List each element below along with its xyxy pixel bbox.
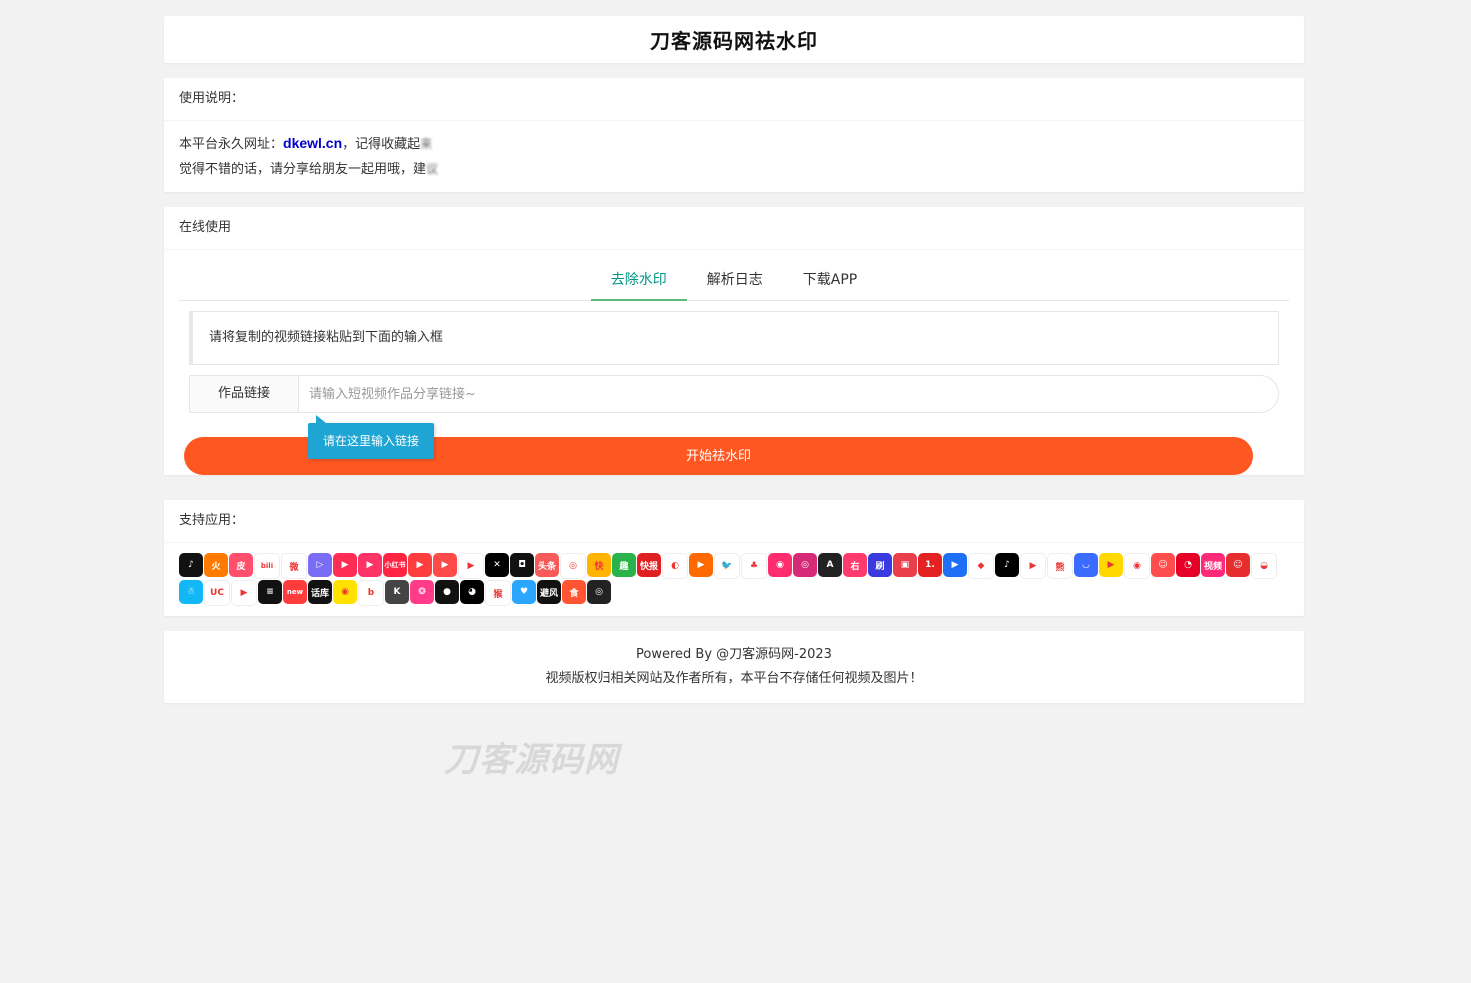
shipin-icon: 视频 xyxy=(1201,553,1225,577)
usage-heading: 使用说明： xyxy=(164,78,1304,121)
uc-icon: UC xyxy=(204,580,230,606)
supported-card: 支持应用： ♪ 火皮 bili 微 ▷ ▶ ▶ 小红书 ▶ ▶ ▶ ✕ ◘ 头条 ◎ 快趣快报 ◐ ▶ 🐦 ♣ ◉ ◎ A 右… xyxy=(164,500,1304,616)
blurred-text-1: 来 xyxy=(420,137,433,151)
kuai-icon: 快 xyxy=(587,553,611,577)
page-title: 刀客源码网祛水印 xyxy=(650,29,818,53)
qq-icon: ☃ xyxy=(179,580,203,604)
notice-box: 请将复制的视频链接粘贴到下面的输入框 xyxy=(189,311,1279,365)
footer-disclaimer: 视频版权归相关网站及作者所有，本平台不存储任何视频及图片！ xyxy=(545,671,923,686)
new-icon: new xyxy=(283,580,307,604)
ring-icon: ◎ xyxy=(587,580,611,604)
tab-bar: 去除水印 解析日志 下载APP xyxy=(179,260,1289,301)
weishi2-icon: ◐ xyxy=(662,553,688,579)
title-card: 刀客源码网祛水印 xyxy=(164,16,1304,63)
weishi-icon: ▷ xyxy=(308,553,332,577)
ku-video-icon: ▶ xyxy=(689,553,713,577)
xiaoying-icon: ▶ xyxy=(1099,553,1123,577)
pink-icon: ❂ xyxy=(410,580,434,604)
domain-link[interactable]: dkewl.cn xyxy=(283,135,342,151)
douyin-icon: ♪ xyxy=(179,553,203,577)
heart-icon: ♥ xyxy=(512,580,536,604)
usage-card: 使用说明： 本平台永久网址：dkewl.cn，记得收藏起来 觉得不错的话，请分享… xyxy=(164,78,1304,192)
shi-icon: 食 xyxy=(562,580,586,604)
tab-download-app[interactable]: 下载APP xyxy=(783,260,877,300)
footer-powered-by: Powered By @刀客源码网-2023 xyxy=(636,647,832,662)
footer: Powered By @刀客源码网-2023 视频版权归相关网站及作者所有，本平… xyxy=(164,631,1304,703)
shua-icon: 刷 xyxy=(868,553,892,577)
bilibili-icon: bili xyxy=(254,553,280,579)
tengxun-icon: ▶ xyxy=(231,580,257,606)
weibo-icon: 微 xyxy=(281,553,307,579)
acfun-icon: A xyxy=(818,553,842,577)
input-label: 作品链接 xyxy=(189,375,298,413)
supported-heading: 支持应用： xyxy=(164,500,1304,543)
eye-icon: ◉ xyxy=(1124,553,1150,579)
blurred-text-2: 议 xyxy=(426,162,439,176)
panda-icon: 熊 xyxy=(1047,553,1073,579)
haokan-icon: ▶ xyxy=(408,553,432,577)
mei-video-icon: ▣ xyxy=(893,553,917,577)
quanmin-icon: ▶ xyxy=(333,553,357,577)
twitter-icon: 🐦 xyxy=(714,553,740,579)
link-input[interactable] xyxy=(298,375,1279,413)
meipai-icon: ◎ xyxy=(560,553,586,579)
usage-line-2-prefix: 觉得不错的话，请分享给朋友一起用哦，建 xyxy=(179,162,427,177)
tab-parse-log[interactable]: 解析日志 xyxy=(687,260,783,300)
online-card: 在线使用 去除水印 解析日志 下载APP 请将复制的视频链接粘贴到下面的输入框 … xyxy=(164,207,1304,475)
yidian-icon: 1. xyxy=(918,553,942,577)
aiqiyi-icon: ◆ xyxy=(968,553,994,579)
stripes-icon: ≡ xyxy=(258,580,282,604)
jianying-icon: ✕ xyxy=(485,553,509,577)
input-tooltip: 请在这里输入链接 xyxy=(308,415,435,459)
usage-line-2: 觉得不错的话，请分享给朋友一起用哦，建议 xyxy=(179,157,1289,182)
mouth-icon: ◕ xyxy=(460,580,484,604)
instagram-icon: ◎ xyxy=(793,553,817,577)
lvzhou-icon: ♣ xyxy=(741,553,767,579)
online-heading: 在线使用 xyxy=(164,207,1304,250)
b-icon: b xyxy=(358,580,384,606)
online-body: 去除水印 解析日志 下载APP 请将复制的视频链接粘贴到下面的输入框 作品链接 … xyxy=(164,250,1304,459)
play-icon: ▶ xyxy=(943,553,967,577)
pipixia-icon: 皮 xyxy=(229,553,253,577)
qutoutiao-icon: 趣 xyxy=(612,553,636,577)
page-container: 刀客源码网祛水印 使用说明： 本平台永久网址：dkewl.cn，记得收藏起来 觉… xyxy=(164,16,1304,718)
kuai-video-icon: ▶ xyxy=(358,553,382,577)
momo-icon: ◉ xyxy=(768,553,792,577)
youku-icon: ▶ xyxy=(458,553,484,579)
usage-line-1: 本平台永久网址：dkewl.cn，记得收藏起来 xyxy=(179,131,1289,157)
link-input-row: 作品链接 请在这里输入链接 xyxy=(189,375,1279,459)
xigua-icon: ▶ xyxy=(433,553,457,577)
tab-remove-watermark[interactable]: 去除水印 xyxy=(590,260,687,301)
usage-line-1-mid: ，记得收藏起 xyxy=(342,137,421,152)
toutiao-icon: 头条 xyxy=(535,553,559,577)
zuiyou-icon: 右 xyxy=(843,553,867,577)
usage-body: 本平台永久网址：dkewl.cn，记得收藏起来 觉得不错的话，请分享给朋友一起用… xyxy=(164,121,1304,192)
supported-app-icons: ♪ 火皮 bili 微 ▷ ▶ ▶ 小红书 ▶ ▶ ▶ ✕ ◘ 头条 ◎ 快趣快报 ◐ ▶ 🐦 ♣ ◉ ◎ A 右刷 ▣ 1. ▶ ◆… xyxy=(164,543,1299,616)
kuaishou-cam-icon: ◘ xyxy=(510,553,534,577)
monkey-icon: 猴 xyxy=(485,580,511,606)
kuaibao-icon: 快报 xyxy=(637,553,661,577)
youtube-icon: ▶ xyxy=(1020,553,1046,579)
yellow-icon: ◉ xyxy=(333,580,357,604)
cyan-icon: ● xyxy=(435,580,459,604)
k-icon: K xyxy=(385,580,409,604)
tuku-icon: 话库 xyxy=(308,580,332,604)
face-icon: ☺ xyxy=(1151,553,1175,577)
huoshan-icon: 火 xyxy=(204,553,228,577)
meme-icon: ☺ xyxy=(1226,553,1250,577)
site-watermark-logo: 刀客源码网 xyxy=(444,740,619,780)
xiaohongshu-icon: 小红书 xyxy=(383,553,407,577)
netease-icon: ◔ xyxy=(1176,553,1200,577)
soul-icon: ◡ xyxy=(1074,553,1098,577)
usage-line-1-prefix: 本平台永久网址： xyxy=(179,137,284,152)
tiktok-icon: ♪ xyxy=(995,553,1019,577)
bowl-icon: ◒ xyxy=(1251,553,1277,579)
bifeng-icon: 避风 xyxy=(537,580,561,604)
